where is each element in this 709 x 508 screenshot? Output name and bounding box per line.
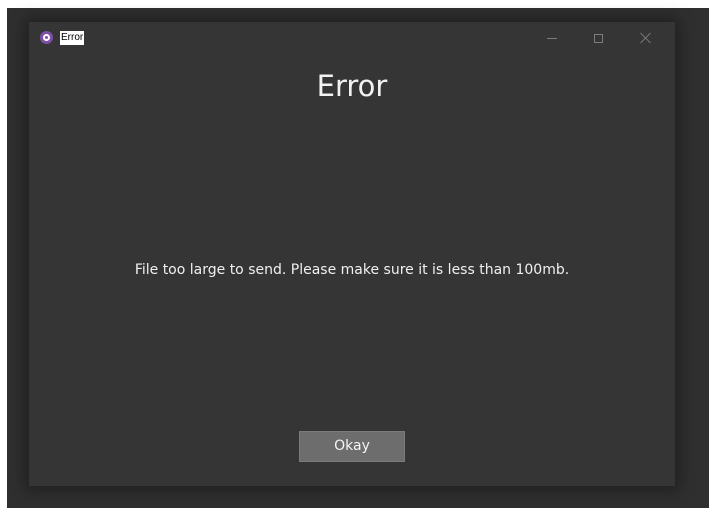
app-logo-icon	[40, 31, 53, 44]
dialog-heading: Error	[316, 69, 388, 103]
error-message: File too large to send. Please make sure…	[134, 262, 570, 278]
maximize-button[interactable]	[575, 22, 621, 54]
close-icon	[640, 32, 652, 44]
minimize-button[interactable]	[529, 22, 575, 54]
window-title: Error	[60, 31, 85, 45]
error-dialog-window: Error Error File too large to send. Plea…	[29, 22, 675, 486]
title-bar[interactable]: Error	[29, 22, 675, 54]
close-button[interactable]	[623, 22, 669, 54]
okay-button[interactable]: Okay	[299, 431, 405, 462]
minimize-icon	[547, 37, 557, 39]
maximize-icon	[593, 33, 603, 43]
